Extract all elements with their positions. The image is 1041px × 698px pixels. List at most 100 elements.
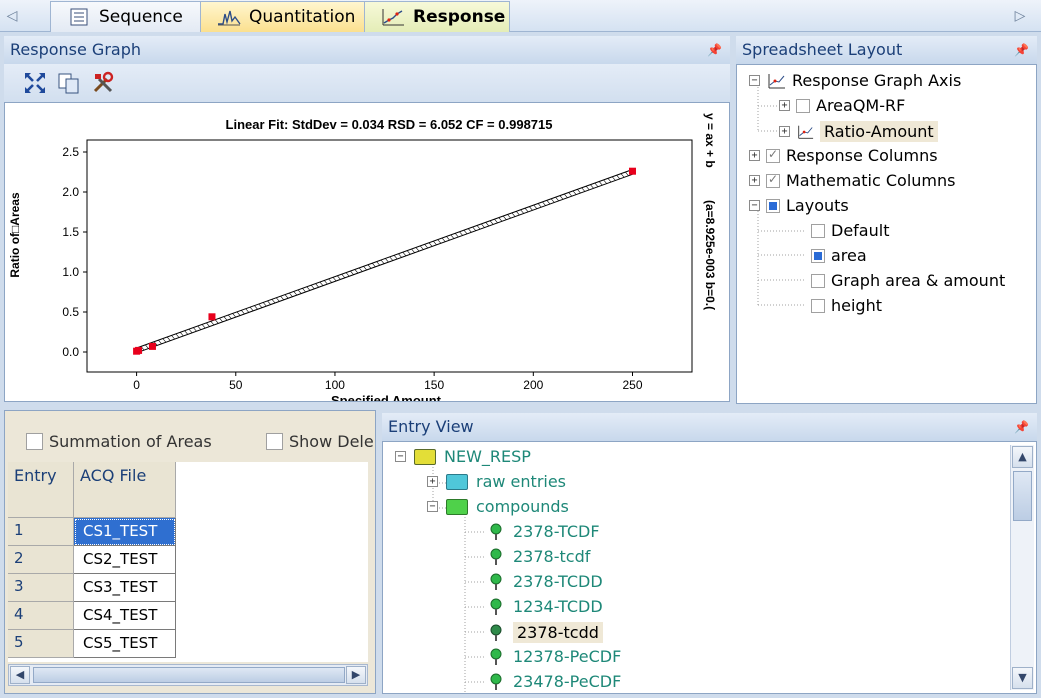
spreadsheet-layout-tree: − Response Graph Axis + AreaQM-RF + Rati… bbox=[736, 64, 1037, 404]
scroll-right-arrow-icon[interactable]: ▷ bbox=[1012, 6, 1028, 26]
folder-icon bbox=[446, 473, 468, 490]
pin-icon[interactable]: 📌 bbox=[1014, 413, 1029, 441]
tab-sequence-label: Sequence bbox=[99, 7, 183, 27]
tree-item-raw-entries[interactable]: + raw entries bbox=[427, 472, 566, 491]
tree-item-compound[interactable]: 1234-TCDD bbox=[487, 597, 603, 616]
tree-item-new-resp[interactable]: − NEW_RESP bbox=[395, 447, 531, 466]
expand-icon[interactable]: + bbox=[779, 126, 790, 137]
data-point bbox=[628, 167, 636, 175]
tab-response[interactable]: Response bbox=[364, 1, 510, 32]
tree-item-compound[interactable]: 2378-tcdf bbox=[487, 547, 590, 566]
tree-item-label: 2378-tcdd bbox=[513, 622, 603, 643]
scrollbar-thumb[interactable] bbox=[33, 667, 345, 683]
expand-icon[interactable]: + bbox=[749, 175, 760, 186]
tree-item-layout-area[interactable]: area bbox=[811, 246, 867, 265]
table-cell-acq-file[interactable]: CS5_TEST bbox=[74, 630, 176, 658]
summation-of-areas-checkbox[interactable]: Summation of Areas bbox=[26, 432, 212, 451]
vertical-scrollbar[interactable]: ▲ ▼ bbox=[1010, 445, 1034, 690]
spreadsheet-layout-title: Spreadsheet Layout bbox=[742, 40, 903, 59]
tree-item-response-graph-axis[interactable]: − Response Graph Axis bbox=[749, 71, 961, 90]
tree-item-ratio-amount[interactable]: + Ratio-Amount bbox=[779, 121, 938, 142]
row-header[interactable]: 4 bbox=[8, 602, 74, 630]
axis-icon bbox=[798, 125, 814, 139]
axis-icon bbox=[768, 73, 785, 88]
tree-item-label: 1234-TCDD bbox=[513, 597, 603, 616]
scroll-down-icon[interactable]: ▼ bbox=[1012, 667, 1033, 689]
y-tick-label: 0.5 bbox=[62, 305, 79, 319]
tree-item-layout-height[interactable]: height bbox=[811, 296, 882, 315]
table-cell-acq-file[interactable]: CS1_TEST bbox=[74, 518, 176, 546]
tree-item-compound[interactable]: 2378-TCDF bbox=[487, 522, 600, 541]
response-graph-plot-area: Linear Fit: StdDev = 0.034 RSD = 6.052 C… bbox=[4, 102, 730, 408]
horizontal-scrollbar[interactable]: ◀ ▶ bbox=[8, 664, 368, 686]
tree-item-label: NEW_RESP bbox=[444, 447, 531, 466]
collapse-icon[interactable]: − bbox=[395, 451, 406, 462]
tools-icon[interactable] bbox=[90, 70, 116, 96]
tree-item-layouts[interactable]: − Layouts bbox=[749, 196, 849, 215]
checkbox[interactable] bbox=[811, 298, 825, 313]
tree-item-label: Graph area & amount bbox=[831, 271, 1006, 290]
expand-icon[interactable]: + bbox=[779, 100, 790, 111]
checkbox-checked[interactable] bbox=[766, 172, 780, 188]
checkbox-selected[interactable] bbox=[811, 248, 825, 263]
tree-item-mathematic-columns[interactable]: + Mathematic Columns bbox=[749, 171, 955, 190]
checkbox[interactable] bbox=[811, 273, 825, 288]
y-axis: 0.0 0.5 1.0 1.5 2.0 2.5 bbox=[62, 145, 87, 359]
collapse-icon[interactable]: − bbox=[749, 200, 760, 211]
tree-item-compounds[interactable]: − compounds bbox=[427, 497, 569, 516]
checkbox[interactable] bbox=[26, 433, 43, 450]
tree-item-response-columns[interactable]: + Response Columns bbox=[749, 146, 938, 165]
column-header-acq-file[interactable]: ACQ File bbox=[74, 462, 176, 518]
scrollbar-thumb[interactable] bbox=[1013, 471, 1032, 521]
tree-item-label: 23478-PeCDF bbox=[513, 672, 622, 691]
row-header[interactable]: 5 bbox=[8, 630, 74, 658]
checkbox[interactable] bbox=[796, 98, 810, 113]
table-cell-acq-file[interactable]: CS2_TEST bbox=[74, 546, 176, 574]
scroll-right-icon[interactable]: ▶ bbox=[346, 666, 366, 684]
response-chart: Linear Fit: StdDev = 0.034 RSD = 6.052 C… bbox=[8, 113, 717, 408]
data-point bbox=[148, 342, 156, 350]
tree-item-layout-default[interactable]: Default bbox=[811, 221, 889, 240]
pin-icon[interactable]: 📌 bbox=[1014, 36, 1029, 64]
show-deleted-checkbox[interactable]: Show Dele bbox=[266, 432, 374, 451]
scroll-left-arrow-icon[interactable]: ◁ bbox=[4, 6, 20, 26]
tree-item-layout-graph-area-amount[interactable]: Graph area & amount bbox=[811, 271, 1005, 290]
table-cell-acq-file[interactable]: CS3_TEST bbox=[74, 574, 176, 602]
row-header[interactable]: 3 bbox=[8, 574, 74, 602]
copy-icon[interactable] bbox=[56, 70, 82, 96]
compound-icon bbox=[490, 523, 502, 540]
expand-icon[interactable]: + bbox=[427, 476, 438, 487]
x-tick-label: 250 bbox=[622, 378, 642, 392]
collapse-icon[interactable]: − bbox=[749, 75, 760, 86]
tree-item-label: Ratio-Amount bbox=[820, 121, 938, 142]
scroll-left-icon[interactable]: ◀ bbox=[10, 666, 30, 684]
row-header[interactable]: 2 bbox=[8, 546, 74, 574]
table-cell-acq-file[interactable]: CS4_TEST bbox=[74, 602, 176, 630]
checkbox-checked[interactable] bbox=[766, 147, 780, 163]
tree-item-compound[interactable]: 2378-TCDD bbox=[487, 572, 603, 591]
pin-icon[interactable]: 📌 bbox=[707, 36, 722, 64]
tab-sequence[interactable]: Sequence bbox=[50, 1, 210, 32]
checkbox[interactable] bbox=[811, 223, 825, 238]
x-tick-label: 100 bbox=[325, 378, 345, 392]
zoom-fit-icon[interactable] bbox=[22, 70, 48, 96]
column-header-entry[interactable]: Entry bbox=[8, 462, 74, 518]
scroll-up-icon[interactable]: ▲ bbox=[1012, 446, 1033, 468]
tree-item-label: area bbox=[831, 246, 867, 265]
collapse-icon[interactable]: − bbox=[427, 501, 438, 512]
tree-item-compound[interactable]: 12378-PeCDF bbox=[487, 647, 621, 666]
data-point bbox=[135, 346, 143, 354]
entry-view-header: Entry View 📌 bbox=[382, 413, 1037, 441]
tree-item-compound-selected[interactable]: 2378-tcdd bbox=[487, 622, 603, 643]
checkbox[interactable] bbox=[266, 433, 283, 450]
x-tick-label: 150 bbox=[424, 378, 444, 392]
chromatogram-icon bbox=[218, 10, 241, 26]
tree-item-areaqm-rf[interactable]: + AreaQM-RF bbox=[779, 96, 905, 115]
checkbox-partial[interactable] bbox=[766, 198, 780, 213]
row-header[interactable]: 1 bbox=[8, 518, 74, 546]
document-tab-strip: ◁ Sequence Quantitation Response ▷ bbox=[0, 0, 1041, 32]
tab-quantitation[interactable]: Quantitation bbox=[200, 1, 370, 32]
graph-toolbar bbox=[4, 64, 730, 102]
expand-icon[interactable]: + bbox=[749, 150, 760, 161]
tree-item-compound[interactable]: 23478-PeCDF bbox=[487, 672, 621, 691]
